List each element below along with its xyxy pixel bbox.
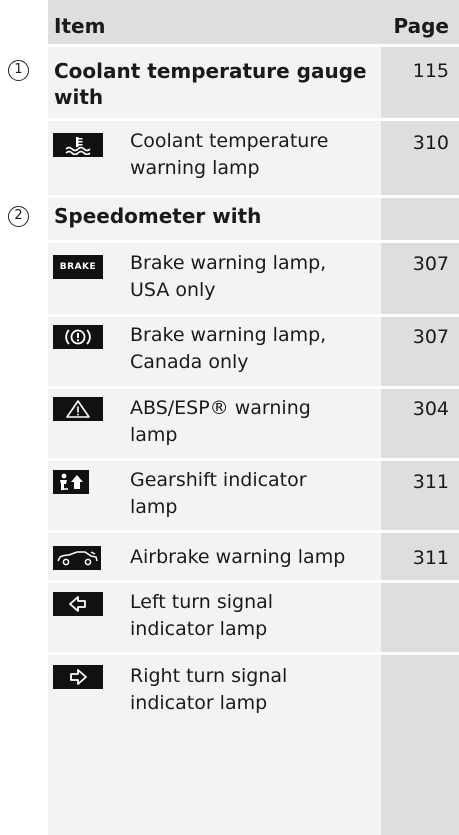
- item-description: Brake warning lamp, Canada only: [130, 324, 327, 373]
- page-ref: 311: [412, 547, 449, 569]
- right-arrow-icon: [53, 665, 103, 689]
- coolant-temperature-icon: [53, 133, 103, 157]
- item-description: Coolant temperature warning lamp: [130, 130, 329, 179]
- row-separator: [48, 386, 459, 389]
- row-separator: [48, 314, 459, 317]
- row-separator: [48, 530, 459, 533]
- page-ref: 310: [412, 132, 449, 154]
- row-separator: [48, 118, 459, 121]
- callout-number-1: 1: [8, 60, 29, 81]
- page-ref: 304: [412, 398, 449, 420]
- row-separator: [48, 195, 459, 198]
- header-page: Page: [393, 14, 450, 38]
- row-separator: [48, 580, 459, 583]
- row-separator: [48, 652, 459, 655]
- page-ref: 307: [412, 253, 449, 275]
- brake-circle-icon: [53, 325, 103, 349]
- item-description: Gearshift indicator lamp: [130, 469, 307, 518]
- brake-text-icon: BRAKE: [53, 255, 103, 279]
- table-header: Item Page: [48, 0, 459, 44]
- item-description: Left turn signal indicator lamp: [130, 591, 274, 640]
- group-title-speedometer: Speedometer with: [54, 204, 262, 228]
- page-ref: 115: [412, 60, 449, 82]
- item-description: ABS/ESP® warning lamp: [130, 397, 311, 446]
- row-separator: [48, 458, 459, 461]
- callout-number-2: 2: [8, 206, 29, 227]
- item-description: Airbrake warning lamp: [130, 546, 346, 568]
- gearshift-indicator-icon: [53, 470, 89, 494]
- row-separator: [48, 44, 459, 47]
- warning-triangle-icon: [53, 397, 103, 421]
- page-ref: 311: [412, 471, 449, 493]
- page-ref: 307: [412, 326, 449, 348]
- item-description: Brake warning lamp, USA only: [130, 252, 327, 301]
- group-title-coolant: Coolant temperature gauge with: [54, 59, 367, 109]
- row-separator: [48, 240, 459, 243]
- header-item: Item: [54, 14, 106, 38]
- item-description: Right turn signal indicator lamp: [130, 665, 288, 714]
- left-arrow-icon: [53, 592, 103, 616]
- airbrake-car-icon: [53, 546, 101, 570]
